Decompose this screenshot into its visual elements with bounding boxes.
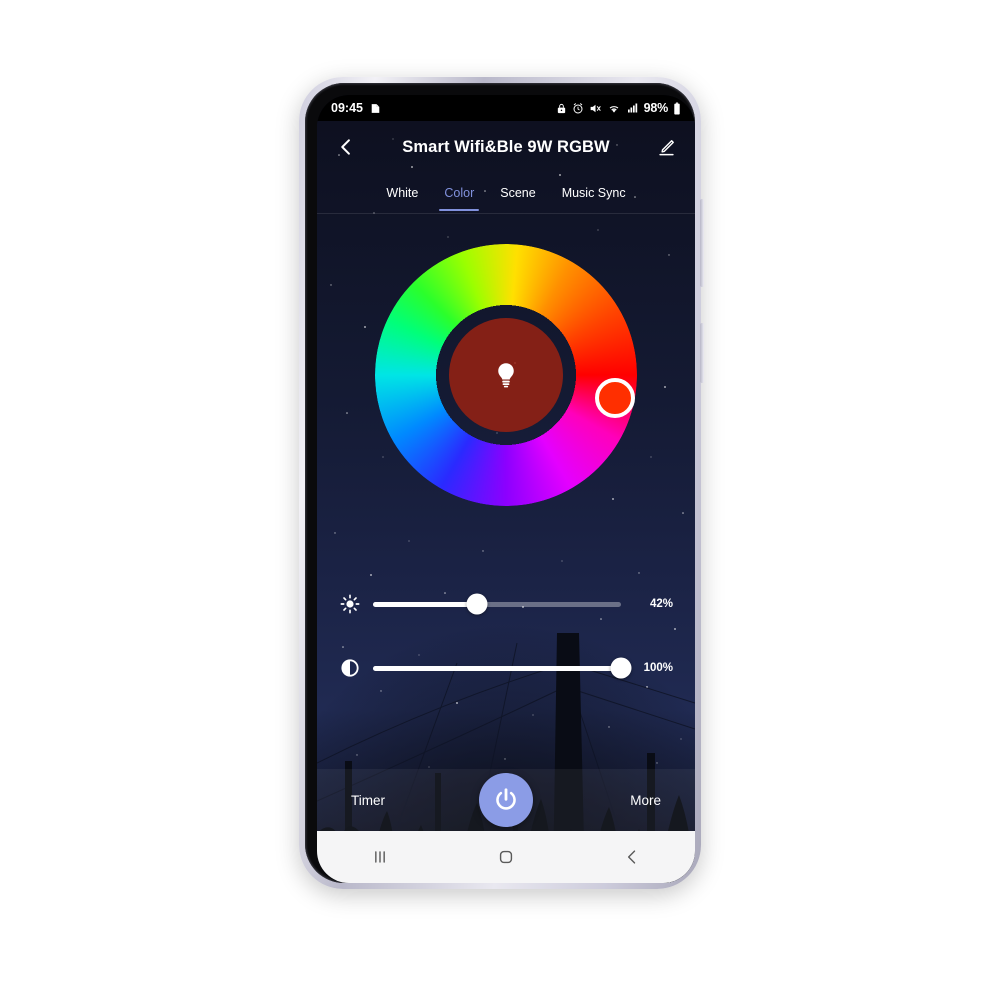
status-time: 09:45 — [331, 101, 363, 115]
color-wheel[interactable] — [375, 244, 637, 506]
app-notification-icon — [371, 103, 380, 113]
status-bar: 09:45 98% — [317, 95, 695, 121]
page-title: Smart Wifi&Ble 9W RGBW — [402, 137, 610, 156]
brightness-slider-row: 42% — [317, 589, 695, 619]
wifi-icon — [609, 105, 618, 113]
brightness-slider-thumb[interactable] — [466, 593, 488, 615]
home-button[interactable] — [479, 837, 533, 877]
saturation-value-label: 100% — [643, 662, 673, 674]
saturation-slider-track[interactable] — [373, 657, 632, 679]
volume-button[interactable] — [700, 199, 704, 287]
contrast-half-circle-icon — [339, 657, 361, 679]
tab-label: Music Sync — [561, 186, 626, 200]
nav-back-button[interactable] — [605, 837, 659, 877]
recents-button[interactable] — [353, 837, 407, 877]
phone-device-frame: 09:45 98% Smart Wifi&Ble 9W RGBW White C… — [299, 77, 704, 889]
phone-screen: 09:45 98% Smart Wifi&Ble 9W RGBW White C… — [317, 95, 695, 883]
alarm-icon — [573, 102, 583, 113]
power-icon — [496, 788, 516, 810]
status-bar-right: 98% — [556, 101, 681, 115]
back-button[interactable] — [331, 132, 361, 162]
title-bar: Smart Wifi&Ble 9W RGBW — [317, 121, 695, 173]
sun-brightness-icon — [339, 593, 361, 615]
tab-music-sync[interactable]: Music Sync — [549, 173, 639, 213]
chevron-left-icon — [341, 139, 350, 155]
color-selector-handle[interactable] — [594, 378, 635, 419]
more-button[interactable]: More — [630, 793, 661, 808]
edit-button[interactable] — [651, 132, 681, 162]
battery-icon — [674, 102, 680, 114]
light-bulb-icon — [498, 363, 514, 388]
status-bar-left: 09:45 — [331, 101, 382, 115]
tab-label: White — [386, 186, 419, 200]
android-nav-bar — [317, 831, 695, 883]
tab-color[interactable]: Color — [431, 173, 487, 213]
battery-percent-label: 98% — [643, 101, 669, 115]
color-picker-area — [317, 225, 695, 525]
saturation-slider-fill — [373, 665, 621, 671]
power-side-button[interactable] — [700, 323, 704, 383]
phone-bezel: 09:45 98% Smart Wifi&Ble 9W RGBW White C… — [305, 83, 695, 883]
signal-icon — [627, 103, 637, 113]
recents-bars-icon — [375, 851, 385, 863]
lock-icon — [557, 103, 565, 113]
tab-label: Color — [444, 186, 475, 200]
pencil-edit-icon — [658, 139, 674, 155]
tab-bar: White Color Scene Music Sync — [317, 173, 695, 214]
home-square-icon — [499, 850, 513, 864]
power-toggle-button[interactable] — [479, 773, 533, 827]
saturation-slider-thumb[interactable] — [610, 657, 632, 679]
tab-label: Scene — [500, 186, 536, 200]
timer-button[interactable]: Timer — [351, 793, 385, 808]
saturation-slider-row: 100% — [317, 653, 695, 683]
brightness-value-label: 42% — [649, 598, 673, 610]
mute-icon — [590, 104, 601, 112]
brightness-slider-fill — [373, 601, 478, 607]
tab-white[interactable]: White — [373, 173, 431, 213]
color-preview-circle[interactable] — [449, 318, 563, 432]
brightness-slider-track[interactable] — [373, 593, 621, 615]
tab-scene[interactable]: Scene — [487, 173, 548, 213]
bottom-action-bar: Timer More — [317, 769, 695, 831]
back-chevron-icon — [627, 850, 636, 864]
